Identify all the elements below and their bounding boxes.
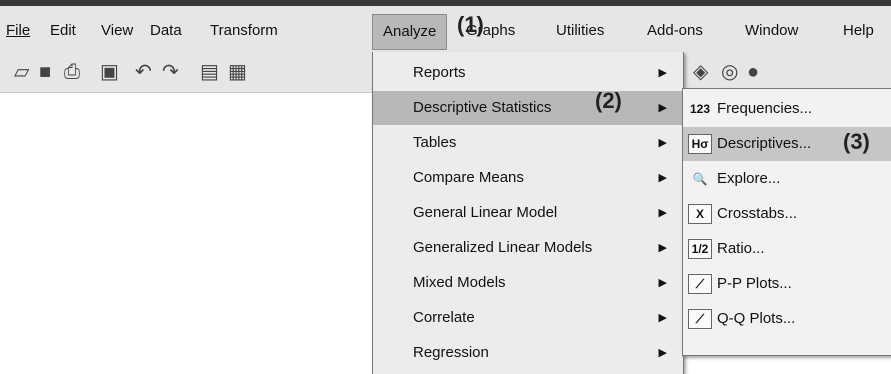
submenu-arrow-icon: ▶ <box>658 347 667 359</box>
menu-utilities[interactable]: Utilities <box>556 20 604 42</box>
submenu-item-crosstabs[interactable]: X Crosstabs... <box>683 197 891 231</box>
analyze-menu: Reports ▶ Descriptive Statistics ▶ Table… <box>372 52 684 374</box>
dialog-recall-icon[interactable]: ▣ <box>100 61 119 83</box>
menu-item-reports[interactable]: Reports ▶ <box>373 56 683 90</box>
goto-variable-icon[interactable]: ▦ <box>228 61 247 83</box>
explore-icon: 🔍 <box>692 172 708 186</box>
submenu-arrow-icon: ▶ <box>658 172 667 184</box>
submenu-item-ratio[interactable]: 1/2 Ratio... <box>683 232 891 266</box>
redo-icon[interactable]: ↷ <box>162 61 179 83</box>
open-folder-icon[interactable]: ▱ <box>14 61 29 83</box>
menu-item-general-linear-model[interactable]: General Linear Model ▶ <box>373 196 683 230</box>
submenu-arrow-icon: ▶ <box>658 242 667 254</box>
ratio-icon: 1/2 <box>688 239 712 259</box>
submenu-arrow-icon: ▶ <box>658 207 667 219</box>
descriptives-icon: Hσ <box>688 134 712 154</box>
menu-data[interactable]: Data <box>150 20 182 42</box>
crosstabs-icon: X <box>688 204 712 224</box>
submenu-arrow-icon: ▶ <box>658 67 667 79</box>
menu-item-descriptive-statistics[interactable]: Descriptive Statistics ▶ <box>373 91 683 125</box>
submenu-arrow-icon: ▶ <box>658 277 667 289</box>
frequencies-icon: 123 <box>689 102 711 116</box>
menu-analyze[interactable]: Analyze <box>372 14 448 50</box>
submenu-arrow-icon: ▶ <box>658 102 667 114</box>
submenu-item-frequencies[interactable]: 123 Frequencies... <box>683 92 891 126</box>
value-labels-icon[interactable]: ◈ <box>693 61 708 83</box>
menu-item-regression[interactable]: Regression ▶ <box>373 336 683 370</box>
menu-file[interactable]: File <box>6 20 30 42</box>
menu-item-generalized-linear-models[interactable]: Generalized Linear Models ▶ <box>373 231 683 265</box>
undo-icon[interactable]: ↶ <box>135 61 152 83</box>
submenu-arrow-icon: ▶ <box>658 137 667 149</box>
menu-help[interactable]: Help <box>843 20 874 42</box>
callout-1: (1) <box>457 12 484 37</box>
pp-plot-icon: ⟋ <box>688 274 712 294</box>
menu-item-mixed-models[interactable]: Mixed Models ▶ <box>373 266 683 300</box>
menu-item-tables[interactable]: Tables ▶ <box>373 126 683 160</box>
menu-bar: File Edit View Data Transform Analyze Gr… <box>0 6 891 52</box>
callout-2: (2) <box>595 88 622 113</box>
menu-item-correlate[interactable]: Correlate ▶ <box>373 301 683 335</box>
menu-view[interactable]: View <box>101 20 133 42</box>
print-icon[interactable]: ⎙ <box>64 61 80 83</box>
goto-case-icon[interactable]: ▤ <box>200 61 219 83</box>
menu-edit[interactable]: Edit <box>50 20 76 42</box>
qq-plot-icon: ⟋ <box>688 309 712 329</box>
menu-add-ons[interactable]: Add-ons <box>647 20 703 42</box>
show-all-icon[interactable]: ● <box>747 61 759 83</box>
menu-window[interactable]: Window <box>745 20 798 42</box>
submenu-item-explore[interactable]: 🔍 Explore... <box>683 162 891 196</box>
submenu-arrow-icon: ▶ <box>658 312 667 324</box>
submenu-item-qq-plots[interactable]: ⟋ Q-Q Plots... <box>683 302 891 336</box>
menu-item-compare-means[interactable]: Compare Means ▶ <box>373 161 683 195</box>
use-sets-icon[interactable]: ◎ <box>721 61 738 83</box>
callout-3: (3) <box>843 129 870 154</box>
submenu-item-pp-plots[interactable]: ⟋ P-P Plots... <box>683 267 891 301</box>
save-icon[interactable]: ■ <box>39 61 51 83</box>
menu-transform[interactable]: Transform <box>210 20 278 42</box>
